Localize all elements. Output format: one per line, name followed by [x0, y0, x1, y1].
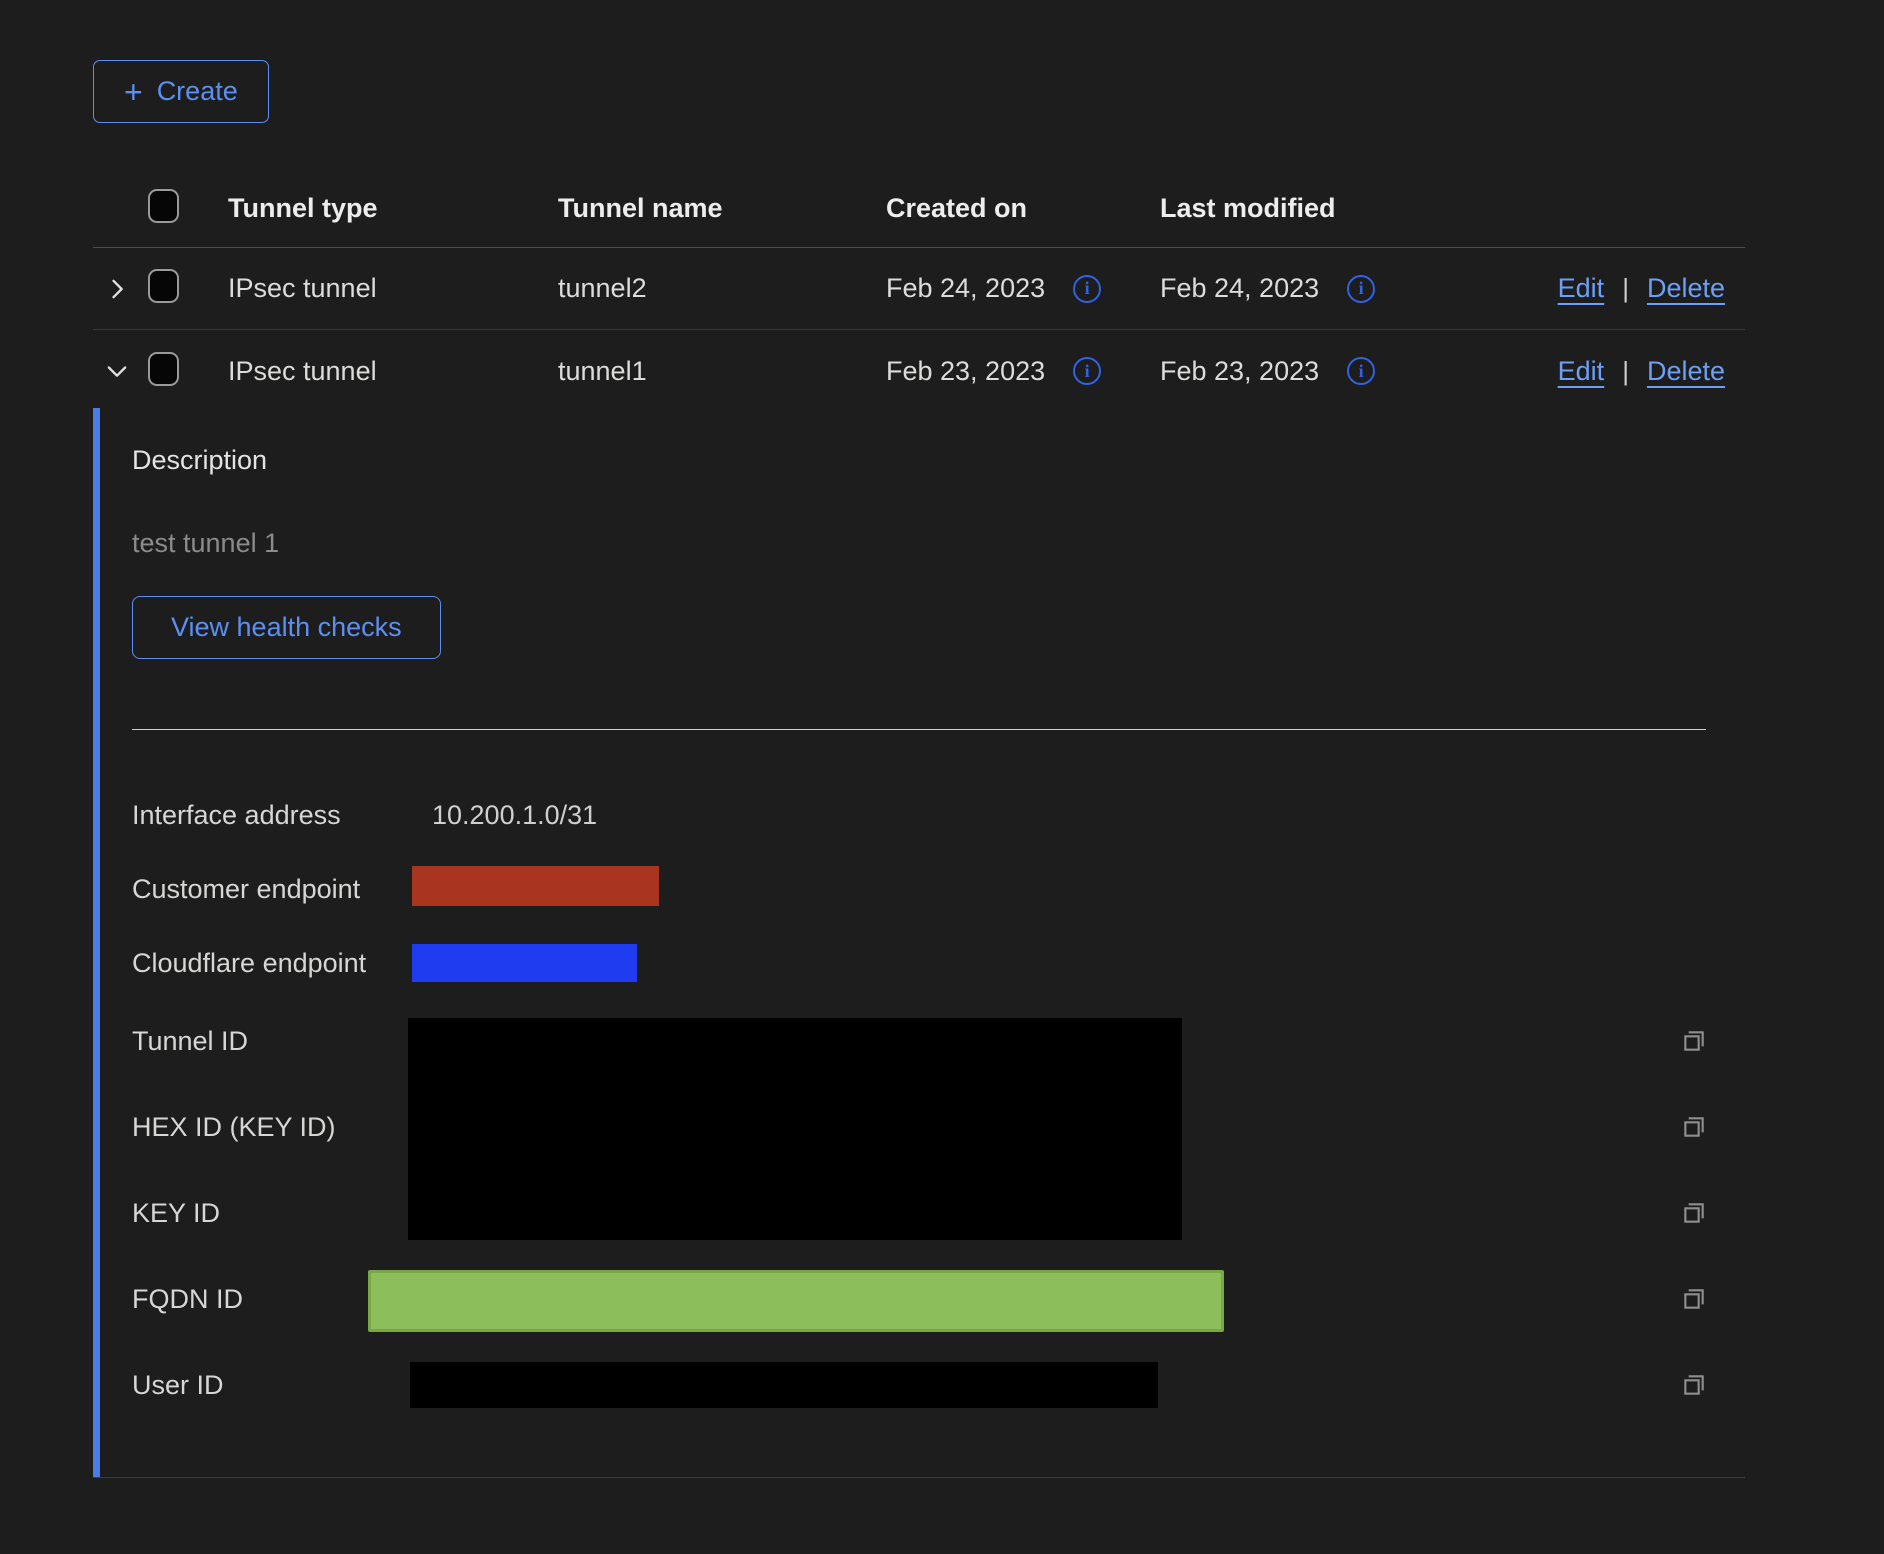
chevron-right-icon[interactable]: [103, 275, 131, 303]
fqdn-id-redacted-value: [368, 1270, 1224, 1332]
edit-link[interactable]: Edit: [1558, 273, 1605, 304]
cloudflare-endpoint-label: Cloudflare endpoint: [132, 948, 366, 979]
select-all-checkbox[interactable]: [148, 189, 179, 223]
interface-address-value: 10.200.1.0/31: [432, 800, 597, 831]
description-label: Description: [132, 445, 267, 476]
tunnel-name-value: tunnel1: [558, 356, 886, 387]
copy-key-id-button[interactable]: [1678, 1197, 1710, 1229]
hex-id-label: HEX ID (KEY ID): [132, 1112, 336, 1143]
action-separator: |: [1622, 273, 1629, 304]
tunnel-detail-panel: Description test tunnel 1 View health ch…: [93, 412, 1745, 1478]
ids-redacted-value-block: [408, 1018, 1182, 1240]
header-tunnel-name: Tunnel name: [558, 193, 886, 224]
info-icon[interactable]: i: [1347, 275, 1375, 303]
delete-link[interactable]: Delete: [1647, 356, 1725, 387]
tunnel-type-value: IPsec tunnel: [228, 273, 558, 304]
plus-icon: +: [124, 76, 143, 108]
table-header-row: Tunnel type Tunnel name Created on Last …: [93, 170, 1745, 248]
tunnel-name-value: tunnel2: [558, 273, 886, 304]
info-icon[interactable]: i: [1347, 357, 1375, 385]
tunnels-table: Tunnel type Tunnel name Created on Last …: [93, 170, 1745, 412]
created-on-value: Feb 24, 2023: [886, 273, 1045, 304]
header-tunnel-type: Tunnel type: [228, 193, 558, 224]
create-button-label: Create: [157, 76, 238, 107]
cloudflare-endpoint-redacted-value: [412, 944, 637, 982]
copy-tunnel-id-button[interactable]: [1678, 1025, 1710, 1057]
chevron-down-icon[interactable]: [103, 357, 131, 385]
delete-link[interactable]: Delete: [1647, 273, 1725, 304]
copy-icon: [1678, 1369, 1710, 1401]
info-icon[interactable]: i: [1073, 357, 1101, 385]
row-checkbox[interactable]: [148, 269, 179, 303]
description-value: test tunnel 1: [132, 528, 279, 559]
panel-divider: [132, 729, 1706, 730]
customer-endpoint-label: Customer endpoint: [132, 874, 360, 905]
create-button[interactable]: + Create: [93, 60, 269, 123]
info-icon[interactable]: i: [1073, 275, 1101, 303]
last-modified-value: Feb 24, 2023: [1160, 273, 1319, 304]
copy-user-id-button[interactable]: [1678, 1369, 1710, 1401]
expanded-row-accent-bar: [93, 408, 100, 1477]
copy-icon: [1678, 1197, 1710, 1229]
fqdn-id-label: FQDN ID: [132, 1284, 243, 1315]
tunnel-id-label: Tunnel ID: [132, 1026, 248, 1057]
edit-link[interactable]: Edit: [1558, 356, 1605, 387]
copy-icon: [1678, 1025, 1710, 1057]
view-health-checks-label: View health checks: [171, 612, 402, 643]
customer-endpoint-redacted-value: [412, 866, 659, 906]
user-id-label: User ID: [132, 1370, 224, 1401]
header-last-modified: Last modified: [1160, 193, 1456, 224]
copy-hex-id-button[interactable]: [1678, 1111, 1710, 1143]
user-id-redacted-value: [410, 1362, 1158, 1408]
created-on-value: Feb 23, 2023: [886, 356, 1045, 387]
copy-icon: [1678, 1111, 1710, 1143]
row-checkbox[interactable]: [148, 352, 179, 386]
last-modified-value: Feb 23, 2023: [1160, 356, 1319, 387]
view-health-checks-button[interactable]: View health checks: [132, 596, 441, 659]
table-row-tunnel2: IPsec tunnel tunnel2 Feb 24, 2023 i Feb …: [93, 248, 1745, 330]
interface-address-label: Interface address: [132, 800, 341, 831]
header-checkbox-cell: [148, 189, 228, 228]
copy-icon: [1678, 1283, 1710, 1315]
key-id-label: KEY ID: [132, 1198, 220, 1229]
table-row-tunnel1: IPsec tunnel tunnel1 Feb 23, 2023 i Feb …: [93, 330, 1745, 412]
copy-fqdn-id-button[interactable]: [1678, 1283, 1710, 1315]
tunnels-page: + Create Tunnel type Tunnel name Created…: [0, 0, 1884, 1554]
tunnel-type-value: IPsec tunnel: [228, 356, 558, 387]
action-separator: |: [1622, 356, 1629, 387]
header-created-on: Created on: [886, 193, 1160, 224]
